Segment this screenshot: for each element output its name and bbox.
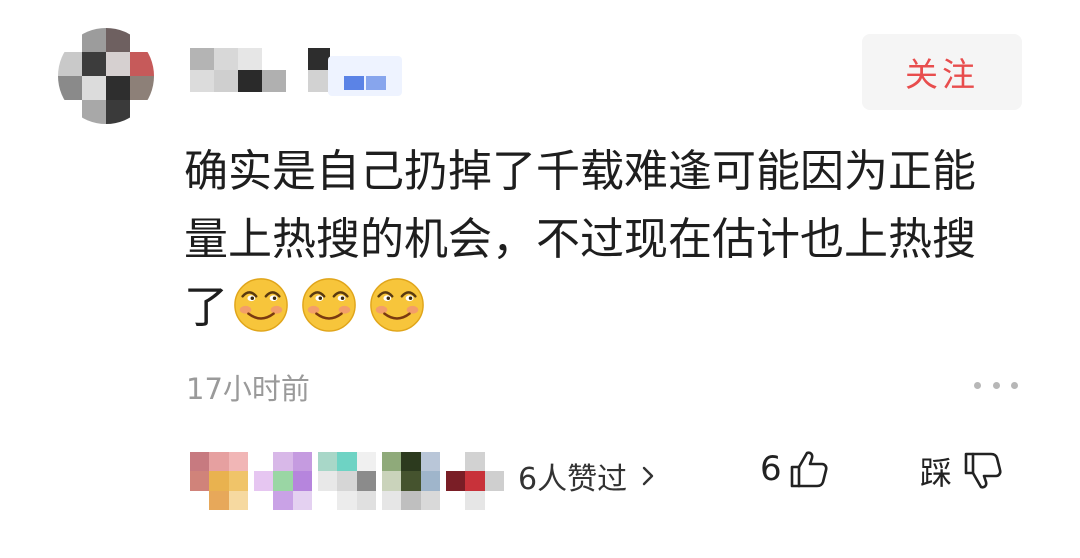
- commenter-name[interactable]: [190, 46, 330, 94]
- commenter-avatar[interactable]: [58, 28, 154, 124]
- liker-avatar: [254, 452, 312, 510]
- comment-line: 了: [184, 274, 984, 342]
- comment-text: 确实是自己扔掉了千载难逢可能因为正能 量上热搜的机会，不过现在估计也上热搜 了: [184, 138, 984, 342]
- dislike-button[interactable]: 踩: [920, 448, 1004, 494]
- chevron-right-icon: [642, 466, 654, 486]
- comment-timestamp: 17小时前: [186, 372, 310, 406]
- liker-avatar: [190, 452, 248, 510]
- like-count: 6: [760, 449, 782, 489]
- dot: [1011, 381, 1018, 389]
- liked-by-label: 6人赞过: [518, 462, 628, 497]
- user-level-badge: [328, 56, 402, 96]
- follow-button[interactable]: 关注: [862, 34, 1022, 110]
- dot: [974, 381, 981, 389]
- smile-emoji-icon: [302, 278, 356, 332]
- smile-emoji-icon: [370, 278, 424, 332]
- emoji-group: [232, 275, 426, 333]
- more-options-icon[interactable]: [974, 378, 1018, 392]
- comment-line: 确实是自己扔掉了千载难逢可能因为正能: [184, 146, 976, 197]
- liker-avatars[interactable]: [190, 452, 504, 510]
- thumbs-up-icon: [790, 451, 828, 488]
- liker-avatar: [382, 452, 440, 510]
- dislike-label: 踩: [920, 454, 953, 492]
- comment-line: 量上热搜的机会，不过现在估计也上热搜: [184, 214, 976, 265]
- thumbs-down-icon: [964, 452, 1002, 489]
- liked-by-link[interactable]: 6人赞过: [518, 454, 655, 498]
- liker-avatar: [446, 452, 504, 510]
- like-button[interactable]: 6: [760, 448, 830, 490]
- smile-emoji-icon: [234, 278, 288, 332]
- dot: [992, 381, 1000, 389]
- liker-avatar: [318, 452, 376, 510]
